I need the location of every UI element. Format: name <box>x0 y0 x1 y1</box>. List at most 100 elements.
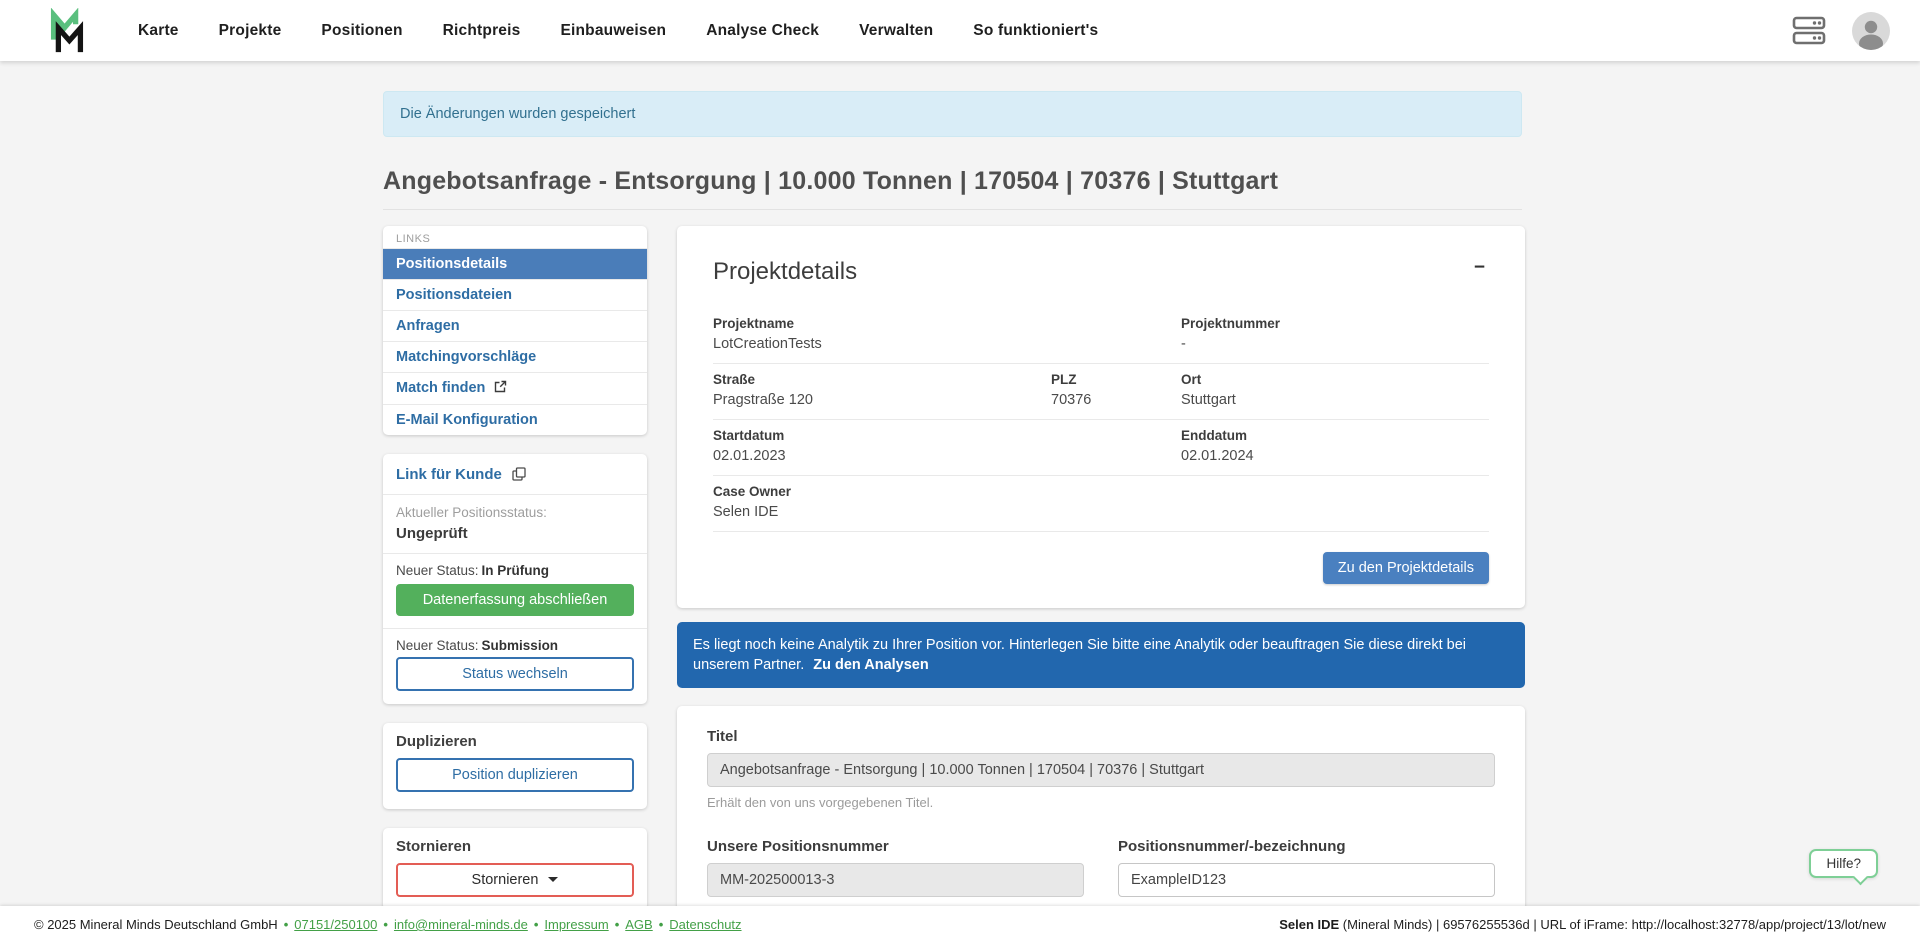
help-button[interactable]: Hilfe? <box>1809 849 1878 878</box>
server-stack-icon[interactable] <box>1792 16 1826 45</box>
nav-item-positionen[interactable]: Positionen <box>321 22 402 40</box>
footer-agb-link[interactable]: AGB <box>625 917 652 932</box>
enddatum-label: Enddatum <box>1181 427 1254 444</box>
projektnummer-label: Projektnummer <box>1181 315 1280 332</box>
titel-input <box>707 753 1495 787</box>
detail-row-projektname: Projektname LotCreationTests Projektnumm… <box>713 308 1489 364</box>
sidebar-item-label: Positionsdetails <box>396 256 507 272</box>
main-column: Projektdetails − Projektname LotCreation… <box>677 226 1525 943</box>
plz-value: 70376 <box>1051 391 1091 410</box>
footer-separator: • <box>534 917 539 932</box>
customer-link-label: Link für Kunde <box>396 466 502 483</box>
footer-user-name: Selen IDE <box>1279 917 1339 932</box>
page-content: Die Änderungen wurden gespeichert Angebo… <box>0 61 1920 943</box>
main-nav: Karte Projekte Positionen Richtpreis Ein… <box>138 22 1098 40</box>
sidebar-item-label: Matchingvorschläge <box>396 349 536 365</box>
sidebar-item-label: Positionsdateien <box>396 287 512 303</box>
analytics-banner: Es liegt noch keine Analytik zu Ihrer Po… <box>677 622 1525 688</box>
case-owner-label: Case Owner <box>713 483 1489 500</box>
new-status-review-row: Neuer Status:In Prüfung Datenerfassung a… <box>383 553 647 628</box>
sidebar: LINKS Positionsdetails Positionsdateien … <box>383 226 647 910</box>
new-status-label: Neuer Status: <box>396 638 479 653</box>
sidebar-item-matchingvorschlaege[interactable]: Matchingvorschläge <box>383 341 647 372</box>
nav-item-verwalten[interactable]: Verwalten <box>859 22 933 40</box>
copy-icon <box>512 467 526 485</box>
cancel-card-title: Stornieren <box>396 838 634 855</box>
external-link-icon <box>494 379 507 399</box>
posnr-input <box>707 863 1084 897</box>
titel-help: Erhält den von uns vorgegebenen Titel. <box>707 795 1495 810</box>
footer-left: © 2025 Mineral Minds Deutschland GmbH • … <box>34 917 742 932</box>
custom-posnr-input[interactable] <box>1118 863 1495 897</box>
nav-item-einbauweisen[interactable]: Einbauweisen <box>560 22 666 40</box>
sidebar-item-anfragen[interactable]: Anfragen <box>383 310 647 341</box>
sidebar-item-label: E-Mail Konfiguration <box>396 412 538 428</box>
custom-posnr-label: Positionsnummer/-bezeichnung <box>1118 838 1495 855</box>
startdatum-label: Startdatum <box>713 427 1489 444</box>
footer-session-info: Selen IDE (Mineral Minds) | 69576255536d… <box>1279 917 1886 932</box>
navbar-right <box>1792 12 1890 50</box>
nav-item-so-funktionierts[interactable]: So funktioniert's <box>973 22 1098 40</box>
duplicate-position-button[interactable]: Position duplizieren <box>396 758 634 792</box>
new-status-submission-value: Submission <box>482 638 559 653</box>
projektname-value: LotCreationTests <box>713 335 1489 354</box>
detail-row-datum: Startdatum 02.01.2023 Enddatum 02.01.202… <box>713 420 1489 476</box>
strasse-label: Straße <box>713 371 1489 388</box>
sidebar-item-email-konfiguration[interactable]: E-Mail Konfiguration <box>383 404 647 435</box>
sidebar-item-label: Anfragen <box>396 318 460 334</box>
startdatum-value: 02.01.2023 <box>713 447 1489 466</box>
links-card: LINKS Positionsdetails Positionsdateien … <box>383 226 647 435</box>
status-card: Link für Kunde Aktueller Positi <box>383 454 647 704</box>
page-footer: © 2025 Mineral Minds Deutschland GmbH • … <box>0 906 1920 943</box>
nav-item-karte[interactable]: Karte <box>138 22 179 40</box>
page-title: Angebotsanfrage - Entsorgung | 10.000 To… <box>383 167 1522 210</box>
caret-down-icon <box>548 877 558 882</box>
switch-status-button[interactable]: Status wechseln <box>396 657 634 691</box>
new-status-label: Neuer Status: <box>396 563 479 578</box>
footer-datenschutz-link[interactable]: Datenschutz <box>669 917 741 932</box>
footer-separator: • <box>284 917 289 932</box>
detail-row-adresse: Straße Pragstraße 120 PLZ 70376 Ort Stut… <box>713 364 1489 420</box>
sidebar-item-label: Match finden <box>396 380 485 396</box>
project-details-card: Projektdetails − Projektname LotCreation… <box>677 226 1525 608</box>
footer-email-link[interactable]: info@mineral-minds.de <box>394 917 528 932</box>
duplicate-card-title: Duplizieren <box>396 733 634 750</box>
complete-data-entry-button[interactable]: Datenerfassung abschließen <box>396 584 634 616</box>
help-button-label: Hilfe? <box>1826 856 1861 871</box>
sidebar-item-positionsdetails[interactable]: Positionsdetails <box>383 248 647 279</box>
sidebar-item-positionsdateien[interactable]: Positionsdateien <box>383 279 647 310</box>
plz-label: PLZ <box>1051 371 1091 388</box>
ort-label: Ort <box>1181 371 1236 388</box>
nav-item-analyse-check[interactable]: Analyse Check <box>706 22 819 40</box>
strasse-value: Pragstraße 120 <box>713 391 1489 410</box>
posnr-label: Unsere Positionsnummer <box>707 838 1084 855</box>
current-status-row: Aktueller Positionsstatus: Ungeprüft <box>383 494 647 553</box>
collapse-icon[interactable]: − <box>1470 258 1489 277</box>
footer-separator: • <box>659 917 664 932</box>
footer-separator: • <box>615 917 620 932</box>
customer-link[interactable]: Link für Kunde <box>396 466 526 483</box>
current-status-value: Ungeprüft <box>396 524 634 544</box>
cancel-card: Stornieren Stornieren <box>383 828 647 910</box>
footer-phone-link[interactable]: 07151/250100 <box>294 917 377 932</box>
footer-copyright: © 2025 Mineral Minds Deutschland GmbH <box>34 917 278 932</box>
duplicate-card: Duplizieren Position duplizieren <box>383 723 647 809</box>
go-to-analyses-link[interactable]: Zu den Analysen <box>813 657 928 673</box>
mineral-minds-logo-icon[interactable] <box>44 8 90 54</box>
nav-item-projekte[interactable]: Projekte <box>219 22 282 40</box>
top-navbar: Karte Projekte Positionen Richtpreis Ein… <box>0 0 1920 61</box>
ort-value: Stuttgart <box>1181 391 1236 410</box>
nav-item-richtpreis[interactable]: Richtpreis <box>443 22 521 40</box>
footer-impressum-link[interactable]: Impressum <box>544 917 608 932</box>
cancel-dropdown-button[interactable]: Stornieren <box>396 863 634 897</box>
project-detail-rows: Projektname LotCreationTests Projektnumm… <box>713 308 1489 532</box>
analytics-banner-text: Es liegt noch keine Analytik zu Ihrer Po… <box>693 637 1466 673</box>
project-details-title: Projektdetails <box>713 258 857 286</box>
go-to-project-details-button[interactable]: Zu den Projektdetails <box>1323 552 1489 584</box>
sidebar-item-match-finden[interactable]: Match finden <box>383 372 647 404</box>
projektname-label: Projektname <box>713 315 1489 332</box>
titel-label: Titel <box>707 728 1495 745</box>
user-avatar-icon[interactable] <box>1852 12 1890 50</box>
case-owner-value: Selen IDE <box>713 503 1489 522</box>
cancel-dropdown-label: Stornieren <box>472 872 539 888</box>
